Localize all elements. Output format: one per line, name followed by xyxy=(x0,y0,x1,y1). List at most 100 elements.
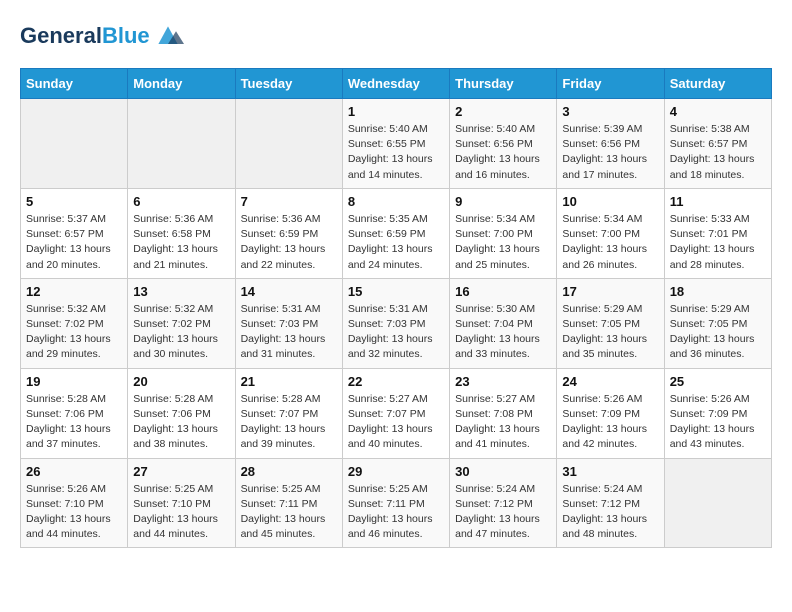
calendar-cell: 10Sunrise: 5:34 AM Sunset: 7:00 PM Dayli… xyxy=(557,188,664,278)
calendar-cell: 29 Sunrise: 5:25 AM Sunset: 7:11 PM Dayli… xyxy=(342,458,449,548)
day-info: Sunrise: 5:34 AM Sunset: 7:00 PM Dayligh… xyxy=(562,212,658,273)
calendar-cell: 30 Sunrise: 5:24 AM Sunset: 7:12 PM Dayli… xyxy=(450,458,557,548)
calendar-week-4: 19 Sunrise: 5:28 AM Sunset: 7:06 PM Dayli… xyxy=(21,368,772,458)
calendar-cell: 2 Sunrise: 5:40 AM Sunset: 6:56 PM Daylig… xyxy=(450,99,557,189)
day-info: Sunrise: 5:24 AM Sunset: 7:12 PM Dayligh… xyxy=(455,482,551,543)
day-number: 15 xyxy=(348,284,444,299)
day-number: 27 xyxy=(133,464,229,479)
day-info: Sunrise: 5:28 AM Sunset: 7:07 PM Dayligh… xyxy=(241,392,337,453)
day-number: 28 xyxy=(241,464,337,479)
calendar-cell xyxy=(235,99,342,189)
calendar-cell: 20Sunrise: 5:28 AM Sunset: 7:06 PM Dayli… xyxy=(128,368,235,458)
day-number: 1 xyxy=(348,104,444,119)
calendar-cell: 11Sunrise: 5:33 AM Sunset: 7:01 PM Dayli… xyxy=(664,188,771,278)
day-info: Sunrise: 5:28 AM Sunset: 7:06 PM Dayligh… xyxy=(26,392,122,453)
day-info: Sunrise: 5:27 AM Sunset: 7:08 PM Dayligh… xyxy=(455,392,551,453)
day-info: Sunrise: 5:29 AM Sunset: 7:05 PM Dayligh… xyxy=(670,302,766,363)
day-number: 16 xyxy=(455,284,551,299)
calendar-week-2: 5Sunrise: 5:37 AM Sunset: 6:57 PM Daylig… xyxy=(21,188,772,278)
calendar-cell: 9 Sunrise: 5:34 AM Sunset: 7:00 PM Daylig… xyxy=(450,188,557,278)
day-number: 5 xyxy=(26,194,122,209)
day-info: Sunrise: 5:26 AM Sunset: 7:09 PM Dayligh… xyxy=(562,392,658,453)
day-info: Sunrise: 5:32 AM Sunset: 7:02 PM Dayligh… xyxy=(26,302,122,363)
day-header-wednesday: Wednesday xyxy=(342,69,449,99)
day-info: Sunrise: 5:25 AM Sunset: 7:11 PM Dayligh… xyxy=(348,482,444,543)
day-number: 21 xyxy=(241,374,337,389)
calendar-cell: 19 Sunrise: 5:28 AM Sunset: 7:06 PM Dayli… xyxy=(21,368,128,458)
day-number: 25 xyxy=(670,374,766,389)
day-info: Sunrise: 5:39 AM Sunset: 6:56 PM Dayligh… xyxy=(562,122,658,183)
day-info: Sunrise: 5:36 AM Sunset: 6:58 PM Dayligh… xyxy=(133,212,229,273)
calendar-cell: 27 Sunrise: 5:25 AM Sunset: 7:10 PM Dayli… xyxy=(128,458,235,548)
day-header-thursday: Thursday xyxy=(450,69,557,99)
calendar-week-3: 12 Sunrise: 5:32 AM Sunset: 7:02 PM Dayli… xyxy=(21,278,772,368)
logo-text: GeneralBlue xyxy=(20,24,150,48)
day-info: Sunrise: 5:25 AM Sunset: 7:10 PM Dayligh… xyxy=(133,482,229,543)
calendar-cell: 18 Sunrise: 5:29 AM Sunset: 7:05 PM Dayli… xyxy=(664,278,771,368)
day-number: 7 xyxy=(241,194,337,209)
calendar-cell: 16 Sunrise: 5:30 AM Sunset: 7:04 PM Dayli… xyxy=(450,278,557,368)
day-number: 17 xyxy=(562,284,658,299)
day-header-tuesday: Tuesday xyxy=(235,69,342,99)
day-info: Sunrise: 5:40 AM Sunset: 6:56 PM Dayligh… xyxy=(455,122,551,183)
day-number: 2 xyxy=(455,104,551,119)
day-info: Sunrise: 5:26 AM Sunset: 7:09 PM Dayligh… xyxy=(670,392,766,453)
day-info: Sunrise: 5:35 AM Sunset: 6:59 PM Dayligh… xyxy=(348,212,444,273)
day-number: 31 xyxy=(562,464,658,479)
logo-icon xyxy=(152,20,184,52)
day-info: Sunrise: 5:40 AM Sunset: 6:55 PM Dayligh… xyxy=(348,122,444,183)
calendar-cell: 12 Sunrise: 5:32 AM Sunset: 7:02 PM Dayli… xyxy=(21,278,128,368)
calendar-cell: 31 Sunrise: 5:24 AM Sunset: 7:12 PM Dayli… xyxy=(557,458,664,548)
calendar-cell: 3 Sunrise: 5:39 AM Sunset: 6:56 PM Daylig… xyxy=(557,99,664,189)
calendar-cell xyxy=(128,99,235,189)
calendar-cell: 6Sunrise: 5:36 AM Sunset: 6:58 PM Daylig… xyxy=(128,188,235,278)
day-number: 30 xyxy=(455,464,551,479)
day-info: Sunrise: 5:31 AM Sunset: 7:03 PM Dayligh… xyxy=(241,302,337,363)
calendar-cell: 26 Sunrise: 5:26 AM Sunset: 7:10 PM Dayli… xyxy=(21,458,128,548)
page-header: GeneralBlue xyxy=(20,20,772,52)
day-number: 13 xyxy=(133,284,229,299)
day-info: Sunrise: 5:31 AM Sunset: 7:03 PM Dayligh… xyxy=(348,302,444,363)
day-number: 12 xyxy=(26,284,122,299)
day-number: 3 xyxy=(562,104,658,119)
calendar-cell: 14 Sunrise: 5:31 AM Sunset: 7:03 PM Dayli… xyxy=(235,278,342,368)
day-number: 14 xyxy=(241,284,337,299)
calendar-cell: 17Sunrise: 5:29 AM Sunset: 7:05 PM Dayli… xyxy=(557,278,664,368)
calendar-cell: 5Sunrise: 5:37 AM Sunset: 6:57 PM Daylig… xyxy=(21,188,128,278)
day-number: 4 xyxy=(670,104,766,119)
logo: GeneralBlue xyxy=(20,20,184,52)
calendar-cell: 24 Sunrise: 5:26 AM Sunset: 7:09 PM Dayli… xyxy=(557,368,664,458)
calendar-cell: 28 Sunrise: 5:25 AM Sunset: 7:11 PM Dayli… xyxy=(235,458,342,548)
day-info: Sunrise: 5:26 AM Sunset: 7:10 PM Dayligh… xyxy=(26,482,122,543)
calendar-cell xyxy=(21,99,128,189)
day-number: 18 xyxy=(670,284,766,299)
day-info: Sunrise: 5:24 AM Sunset: 7:12 PM Dayligh… xyxy=(562,482,658,543)
day-info: Sunrise: 5:33 AM Sunset: 7:01 PM Dayligh… xyxy=(670,212,766,273)
day-info: Sunrise: 5:34 AM Sunset: 7:00 PM Dayligh… xyxy=(455,212,551,273)
day-number: 26 xyxy=(26,464,122,479)
day-header-saturday: Saturday xyxy=(664,69,771,99)
day-info: Sunrise: 5:25 AM Sunset: 7:11 PM Dayligh… xyxy=(241,482,337,543)
day-number: 9 xyxy=(455,194,551,209)
calendar-table: SundayMondayTuesdayWednesdayThursdayFrid… xyxy=(20,68,772,548)
calendar-cell: 23 Sunrise: 5:27 AM Sunset: 7:08 PM Dayli… xyxy=(450,368,557,458)
calendar-cell: 15 Sunrise: 5:31 AM Sunset: 7:03 PM Dayli… xyxy=(342,278,449,368)
day-info: Sunrise: 5:38 AM Sunset: 6:57 PM Dayligh… xyxy=(670,122,766,183)
day-header-monday: Monday xyxy=(128,69,235,99)
calendar-cell: 22 Sunrise: 5:27 AM Sunset: 7:07 PM Dayli… xyxy=(342,368,449,458)
day-header-friday: Friday xyxy=(557,69,664,99)
day-number: 23 xyxy=(455,374,551,389)
day-number: 19 xyxy=(26,374,122,389)
calendar-week-1: 1 Sunrise: 5:40 AM Sunset: 6:55 PM Daylig… xyxy=(21,99,772,189)
day-info: Sunrise: 5:28 AM Sunset: 7:06 PM Dayligh… xyxy=(133,392,229,453)
day-header-sunday: Sunday xyxy=(21,69,128,99)
day-info: Sunrise: 5:27 AM Sunset: 7:07 PM Dayligh… xyxy=(348,392,444,453)
header-row: SundayMondayTuesdayWednesdayThursdayFrid… xyxy=(21,69,772,99)
calendar-cell: 21 Sunrise: 5:28 AM Sunset: 7:07 PM Dayli… xyxy=(235,368,342,458)
day-info: Sunrise: 5:32 AM Sunset: 7:02 PM Dayligh… xyxy=(133,302,229,363)
day-info: Sunrise: 5:30 AM Sunset: 7:04 PM Dayligh… xyxy=(455,302,551,363)
day-number: 24 xyxy=(562,374,658,389)
day-number: 22 xyxy=(348,374,444,389)
day-number: 29 xyxy=(348,464,444,479)
calendar-cell: 25 Sunrise: 5:26 AM Sunset: 7:09 PM Dayli… xyxy=(664,368,771,458)
